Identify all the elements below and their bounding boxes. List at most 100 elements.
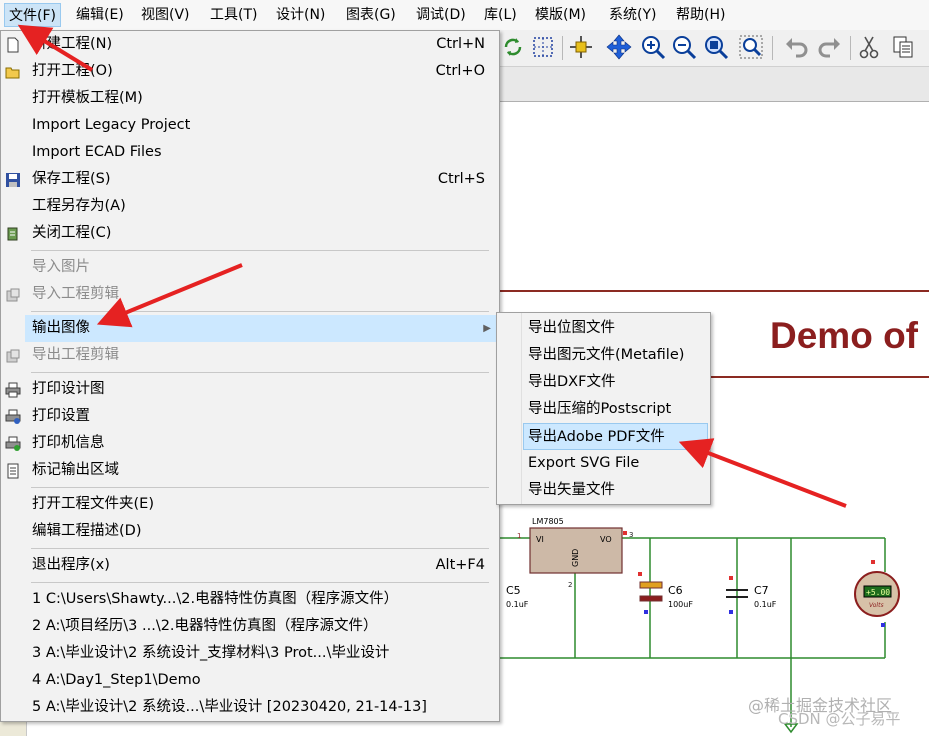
menu-item-open-folder[interactable]: 打开工程文件夹(E) bbox=[27, 491, 497, 518]
menu-item-import-legacy[interactable]: Import Legacy Project bbox=[27, 112, 497, 139]
c5-name: C5 bbox=[506, 584, 521, 597]
menu-item-label: 2 A:\项目经历\3 ...\2.电器特性仿真图（程序源文件） bbox=[32, 618, 378, 634]
submenu-item-label: 导出矢量文件 bbox=[528, 482, 615, 498]
menu-item-label: 导出工程剪辑 bbox=[32, 347, 119, 363]
menu-item-label: 3 A:\毕业设计\2 系统设计_支撑材料\3 Prot...\毕业设计 bbox=[32, 645, 390, 661]
menu-item-label: 1 C:\Users\Shawty...\2.电器特性仿真图（程序源文件） bbox=[32, 591, 399, 607]
menu-item-print-setup[interactable]: 打印设置 bbox=[27, 403, 497, 430]
menu-item-exit[interactable]: 退出程序(x) Alt+F4 bbox=[27, 552, 497, 579]
menu-item-shortcut: Ctrl+S bbox=[437, 171, 485, 187]
grid-icon[interactable] bbox=[530, 34, 556, 60]
submenu-item-postscript[interactable]: 导出压缩的Postscript bbox=[523, 396, 708, 423]
submenu-item-label: Export SVG File bbox=[528, 455, 640, 471]
printer-icon bbox=[5, 382, 21, 398]
menu-item-export-graphics[interactable]: 输出图像 ▶ bbox=[25, 315, 497, 342]
menu-item-label: 打开工程(O) bbox=[32, 63, 113, 79]
menu-file[interactable]: 文件(F) bbox=[4, 3, 61, 27]
menu-edit[interactable]: 编辑(E) bbox=[72, 3, 128, 27]
menu-item-shortcut: Alt+F4 bbox=[435, 557, 485, 573]
menu-system[interactable]: 系统(Y) bbox=[605, 3, 660, 27]
menu-item-new-project[interactable]: 新建工程(N) Ctrl+N bbox=[27, 31, 497, 58]
printer-info-icon bbox=[5, 436, 21, 451]
menu-view[interactable]: 视图(V) bbox=[137, 3, 194, 27]
zoom-out-icon[interactable] bbox=[671, 34, 697, 60]
menu-help[interactable]: 帮助(H) bbox=[672, 3, 729, 27]
menu-separator bbox=[31, 311, 489, 312]
c6-value: 100uF bbox=[668, 600, 693, 609]
menu-item-recent-5[interactable]: 5 A:\毕业设计\2 系统设...\毕业设计 [20230420, 21-14… bbox=[27, 694, 497, 721]
menu-item-label: Import ECAD Files bbox=[32, 144, 162, 160]
menu-tools[interactable]: 工具(T) bbox=[206, 3, 261, 27]
menu-item-open-project[interactable]: 打开工程(O) Ctrl+O bbox=[27, 58, 497, 85]
menu-library[interactable]: 库(L) bbox=[480, 3, 521, 27]
menu-item-recent-1[interactable]: 1 C:\Users\Shawty...\2.电器特性仿真图（程序源文件） bbox=[27, 586, 497, 613]
submenu-item-metafile[interactable]: 导出图元文件(Metafile) bbox=[523, 342, 708, 369]
submenu-item-svg[interactable]: Export SVG File bbox=[523, 450, 708, 477]
menu-item-label: Import Legacy Project bbox=[32, 117, 191, 133]
copy-icon[interactable] bbox=[890, 34, 916, 60]
menu-item-printer-info[interactable]: 打印机信息 bbox=[27, 430, 497, 457]
menu-separator bbox=[31, 548, 489, 549]
submenu-item-bitmap[interactable]: 导出位图文件 bbox=[523, 315, 708, 342]
pan-icon[interactable] bbox=[606, 34, 632, 60]
pin-vo-label: VO bbox=[600, 535, 612, 544]
menu-design[interactable]: 设计(N) bbox=[272, 3, 329, 27]
menu-graph[interactable]: 图表(G) bbox=[342, 3, 400, 27]
mark-output-icon bbox=[7, 463, 19, 479]
zoom-in-icon[interactable] bbox=[640, 34, 666, 60]
cut-icon[interactable] bbox=[856, 34, 882, 60]
menu-item-open-template[interactable]: 打开模板工程(M) bbox=[27, 85, 497, 112]
menu-item-recent-4[interactable]: 4 A:\Day1_Step1\Demo bbox=[27, 667, 497, 694]
origin-icon[interactable] bbox=[568, 34, 594, 60]
menu-icon-column bbox=[1, 31, 25, 721]
toolbar-separator bbox=[850, 36, 851, 60]
voltmeter-unit: Volts bbox=[869, 602, 884, 609]
voltmeter-reading: +5.00 bbox=[866, 588, 890, 597]
menu-item-edit-description[interactable]: 编辑工程描述(D) bbox=[27, 518, 497, 545]
menu-item-label: 退出程序(x) bbox=[32, 557, 110, 573]
pin-vi-label: VI bbox=[536, 535, 544, 544]
export-clip-icon bbox=[6, 349, 20, 363]
open-folder-icon bbox=[5, 67, 20, 79]
menu-item-label: 导入图片 bbox=[32, 259, 90, 275]
refresh-icon[interactable] bbox=[500, 34, 526, 60]
redo-icon[interactable] bbox=[816, 34, 842, 60]
menu-item-print-design[interactable]: 打印设计图 bbox=[27, 376, 497, 403]
submenu-item-pdf[interactable]: 导出Adobe PDF文件 bbox=[523, 423, 708, 450]
menu-item-label: 打开模板工程(M) bbox=[32, 90, 143, 106]
menu-item-import-ecad[interactable]: Import ECAD Files bbox=[27, 139, 497, 166]
menu-item-mark-output[interactable]: 标记输出区域 bbox=[27, 457, 497, 484]
capacitor-c6: C6 100uF bbox=[638, 572, 693, 614]
menu-item-recent-2[interactable]: 2 A:\项目经历\3 ...\2.电器特性仿真图（程序源文件） bbox=[27, 613, 497, 640]
menu-item-save-project[interactable]: 保存工程(S) Ctrl+S bbox=[27, 166, 497, 193]
submenu-item-label: 导出压缩的Postscript bbox=[528, 401, 672, 417]
submenu-arrow-icon: ▶ bbox=[483, 323, 491, 334]
c7-value: 0.1uF bbox=[754, 600, 777, 609]
menu-item-label: 标记输出区域 bbox=[32, 462, 119, 478]
save-icon bbox=[6, 173, 20, 187]
c7-name: C7 bbox=[754, 584, 769, 597]
menu-item-close-project[interactable]: 关闭工程(C) bbox=[27, 220, 497, 247]
zoom-all-icon[interactable] bbox=[703, 34, 729, 60]
menu-item-label: 导入工程剪辑 bbox=[32, 286, 119, 302]
menu-item-label: 4 A:\Day1_Step1\Demo bbox=[32, 672, 201, 688]
menu-item-export-clip: 导出工程剪辑 bbox=[27, 342, 497, 369]
zoom-area-icon[interactable] bbox=[738, 34, 764, 60]
capacitor-c7: C7 0.1uF bbox=[726, 576, 777, 614]
submenu-icon-column bbox=[497, 313, 522, 504]
menu-debug[interactable]: 调试(D) bbox=[412, 3, 470, 27]
pin1-number: 1 bbox=[517, 532, 521, 540]
new-file-icon bbox=[7, 37, 19, 53]
tab-strip bbox=[500, 67, 929, 102]
submenu-item-dxf[interactable]: 导出DXF文件 bbox=[523, 369, 708, 396]
pin-gnd-label: GND bbox=[571, 549, 580, 567]
menu-item-label: 工程另存为(A) bbox=[32, 198, 126, 214]
c5-value: 0.1uF bbox=[506, 600, 529, 609]
import-clip-icon bbox=[6, 288, 20, 302]
submenu-item-vector[interactable]: 导出矢量文件 bbox=[523, 477, 708, 504]
menu-item-import-image: 导入图片 bbox=[27, 254, 497, 281]
menu-template[interactable]: 模版(M) bbox=[531, 3, 590, 27]
menu-item-recent-3[interactable]: 3 A:\毕业设计\2 系统设计_支撑材料\3 Prot...\毕业设计 bbox=[27, 640, 497, 667]
menu-item-save-as[interactable]: 工程另存为(A) bbox=[27, 193, 497, 220]
undo-icon[interactable] bbox=[784, 34, 810, 60]
